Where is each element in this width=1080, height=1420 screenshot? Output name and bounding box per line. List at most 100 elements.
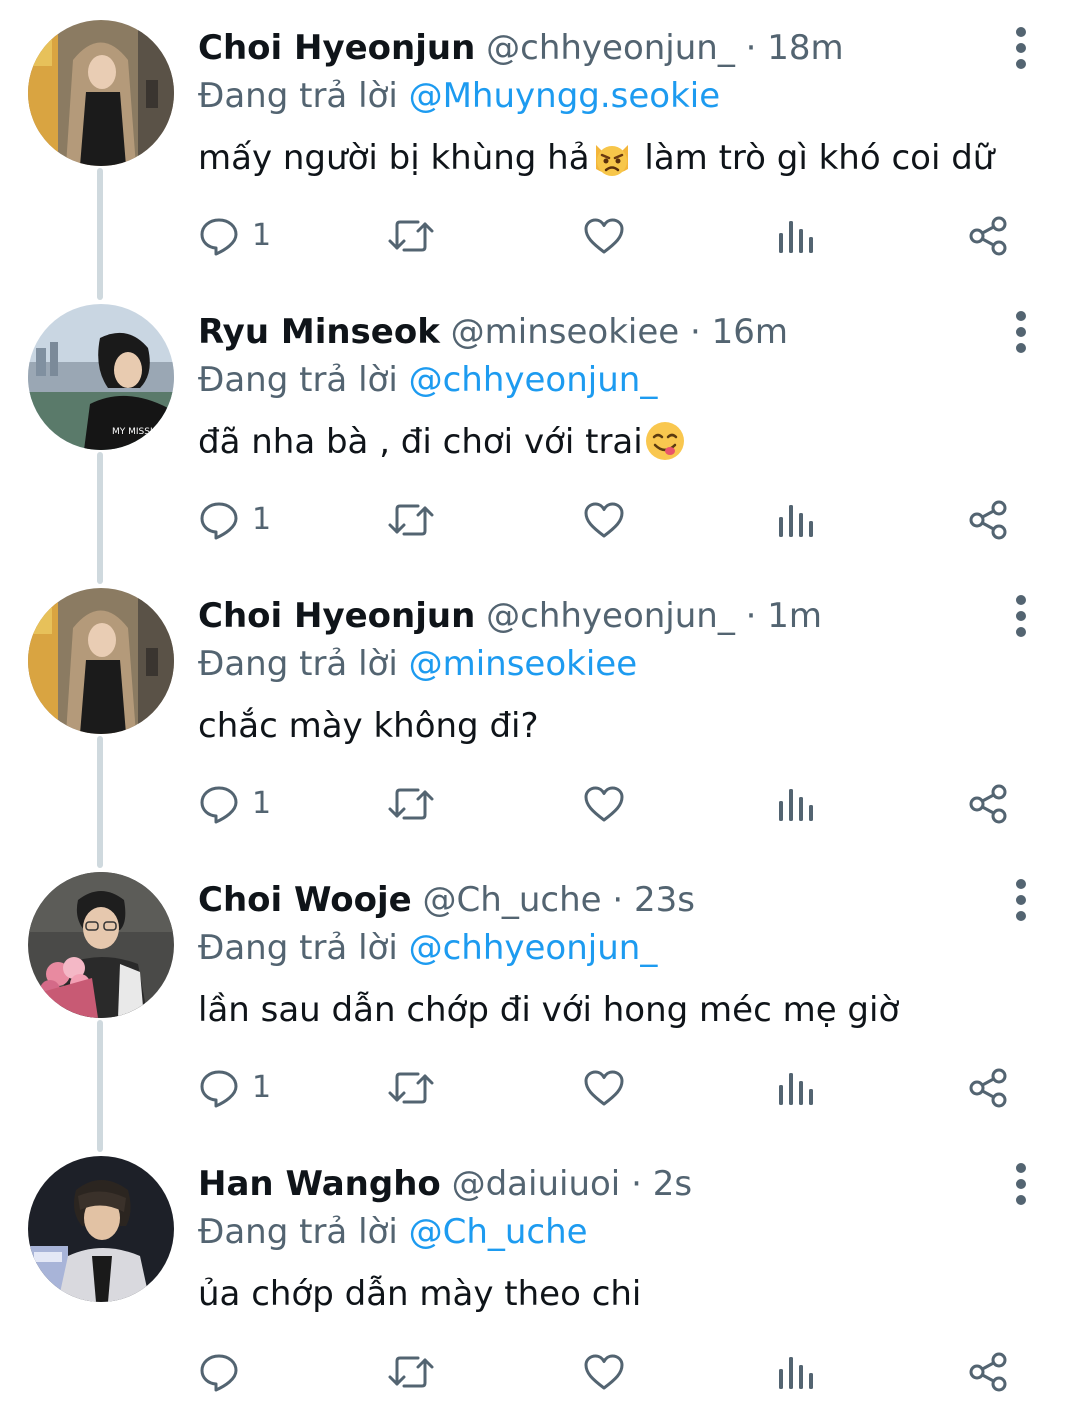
more-options-button[interactable] (1002, 24, 1038, 72)
retweet-button[interactable] (386, 778, 436, 830)
more-options-button[interactable] (1002, 1160, 1038, 1208)
bar-chart-icon (779, 789, 813, 821)
tweet-time[interactable]: 2s (653, 1164, 692, 1204)
share-button[interactable] (966, 778, 1010, 830)
like-button[interactable] (582, 1346, 626, 1398)
heart-icon (584, 786, 624, 822)
reply-icon (200, 218, 238, 256)
share-button[interactable] (966, 210, 1010, 262)
tweet-text-part: mấy người bị khùng hả (198, 138, 590, 178)
more-options-button[interactable] (1002, 308, 1038, 356)
view-stats-button[interactable] (776, 1346, 816, 1398)
mention-link[interactable]: @minseokiee (409, 644, 638, 684)
tweet-item[interactable]: Choi Hyeonjun @chhyeonjun_ · 1m Đang trả… (0, 566, 1080, 860)
tweet-text-part: làm trò gì khó coi dữ (633, 138, 995, 178)
more-vertical-icon (1016, 879, 1026, 921)
like-button[interactable] (582, 494, 626, 546)
retweet-button[interactable] (386, 210, 436, 262)
more-options-button[interactable] (1002, 876, 1038, 924)
reply-icon (200, 1354, 238, 1392)
tweet-actions (198, 1346, 1028, 1398)
like-button[interactable] (582, 1062, 626, 1114)
share-icon (969, 1352, 1007, 1392)
user-handle[interactable]: @chhyeonjun_ (486, 596, 735, 636)
user-avatar[interactable] (28, 872, 174, 1018)
separator-dot: · (631, 1164, 642, 1204)
tweet-item[interactable]: Han Wangho @daiuiuoi · 2s Đang trả lời @… (0, 1134, 1080, 1420)
svg-text:MY MISSION: MY MISSION (112, 427, 166, 437)
user-avatar[interactable]: MY MISSION (28, 304, 174, 450)
savoring-food-emoji (645, 421, 684, 460)
replying-to: Đang trả lời @Mhuyngg.seokie (198, 72, 720, 120)
reply-button[interactable] (198, 1346, 252, 1398)
mention-link[interactable]: @chhyeonjun_ (409, 928, 658, 968)
reply-button[interactable]: 1 (198, 494, 271, 546)
retweet-button[interactable] (386, 494, 436, 546)
display-name[interactable]: Choi Hyeonjun (198, 28, 475, 68)
retweet-button[interactable] (386, 1346, 436, 1398)
tweet-time[interactable]: 18m (767, 28, 843, 68)
user-handle[interactable]: @daiuiuoi (452, 1164, 621, 1204)
bar-chart-icon (779, 1357, 813, 1389)
separator-dot: · (745, 28, 757, 68)
hooded-person-avatar (28, 588, 174, 734)
display-name[interactable]: Choi Hyeonjun (198, 596, 475, 636)
thread-connector-line (97, 452, 103, 576)
tweet-actions: 1 (198, 494, 1028, 546)
tweet-header: Ryu Minseok @minseokiee · 16m (198, 308, 788, 356)
user-avatar[interactable] (28, 588, 174, 734)
pouting-cat-emoji (595, 144, 628, 176)
tweet-time[interactable]: 1m (767, 596, 822, 636)
tweet-text: chắc mày không đi? (198, 700, 539, 752)
display-name[interactable]: Han Wangho (198, 1164, 441, 1204)
share-button[interactable] (966, 1062, 1010, 1114)
replying-to-prefix: Đang trả lời (198, 644, 398, 684)
replying-to: Đang trả lời @chhyeonjun_ (198, 356, 657, 404)
share-button[interactable] (966, 1346, 1010, 1398)
tweet-header: Choi Wooje @Ch_uche · 23s (198, 876, 695, 924)
reply-button[interactable]: 1 (198, 778, 271, 830)
user-handle[interactable]: @chhyeonjun_ (486, 28, 735, 68)
share-button[interactable] (966, 494, 1010, 546)
like-button[interactable] (582, 778, 626, 830)
more-vertical-icon (1016, 27, 1026, 69)
tweet-text: đã nha bà , đi chơi với trai (198, 416, 687, 468)
user-handle[interactable]: @minseokiee (451, 312, 680, 352)
tweet-time[interactable]: 23s (634, 880, 695, 920)
thread-connector-line (97, 850, 103, 868)
like-button[interactable] (582, 210, 626, 262)
user-avatar[interactable] (28, 20, 174, 166)
tweet-time[interactable]: 16m (712, 312, 788, 352)
heart-icon (584, 1354, 624, 1390)
reply-button[interactable]: 1 (198, 1062, 271, 1114)
tweet-item[interactable]: Choi Hyeonjun @chhyeonjun_ · 18m Đang tr… (0, 0, 1080, 292)
tweet-item[interactable]: MY MISSION Ryu Minseok @minseokiee · 16m… (0, 282, 1080, 576)
more-vertical-icon (1016, 311, 1026, 353)
thread-connector-line (97, 282, 103, 300)
separator-dot: · (689, 312, 701, 352)
view-stats-button[interactable] (776, 210, 816, 262)
replying-to: Đang trả lời @Ch_uche (198, 1208, 588, 1256)
user-avatar[interactable] (28, 1156, 174, 1302)
tweet-item[interactable]: Choi Wooje @Ch_uche · 23s Đang trả lời @… (0, 850, 1080, 1144)
view-stats-button[interactable] (776, 494, 816, 546)
display-name[interactable]: Ryu Minseok (198, 312, 440, 352)
hooded-person-avatar (28, 20, 174, 166)
user-handle[interactable]: @Ch_uche (423, 880, 602, 920)
mention-link[interactable]: @Ch_uche (409, 1212, 588, 1252)
view-stats-button[interactable] (776, 1062, 816, 1114)
separator-dot: · (745, 596, 757, 636)
display-name[interactable]: Choi Wooje (198, 880, 412, 920)
bar-chart-icon (779, 505, 813, 537)
tweet-header: Choi Hyeonjun @chhyeonjun_ · 18m (198, 24, 844, 72)
retweet-button[interactable] (386, 1062, 436, 1114)
mention-link[interactable]: @chhyeonjun_ (409, 360, 658, 400)
mention-link[interactable]: @Mhuyngg.seokie (409, 76, 721, 116)
share-icon (969, 216, 1007, 256)
reply-button[interactable]: 1 (198, 210, 271, 262)
tweet-actions: 1 (198, 210, 1028, 262)
view-stats-button[interactable] (776, 778, 816, 830)
more-options-button[interactable] (1002, 592, 1038, 640)
reply-count: 1 (252, 1070, 272, 1105)
retweet-icon (388, 220, 434, 252)
